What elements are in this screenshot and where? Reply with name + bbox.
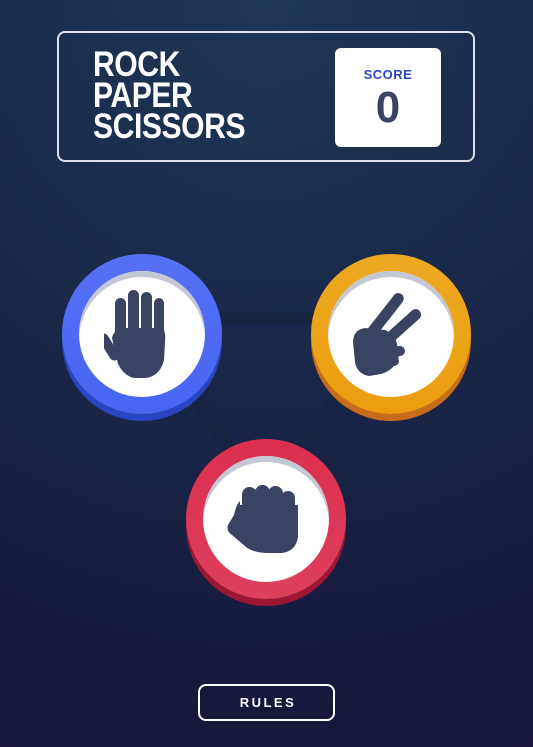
scissors-choice-button[interactable] <box>311 254 471 414</box>
paper-token-face <box>79 271 205 397</box>
paper-choice-button[interactable] <box>62 254 222 414</box>
rock-token-face <box>203 456 329 582</box>
rules-button[interactable]: RULES <box>198 684 335 721</box>
rock-fist-icon <box>227 485 298 553</box>
rock-choice-button[interactable] <box>186 439 346 599</box>
paper-hand-icon <box>104 290 166 378</box>
scissors-hand-icon <box>353 293 422 376</box>
scissors-token-face <box>328 271 454 397</box>
